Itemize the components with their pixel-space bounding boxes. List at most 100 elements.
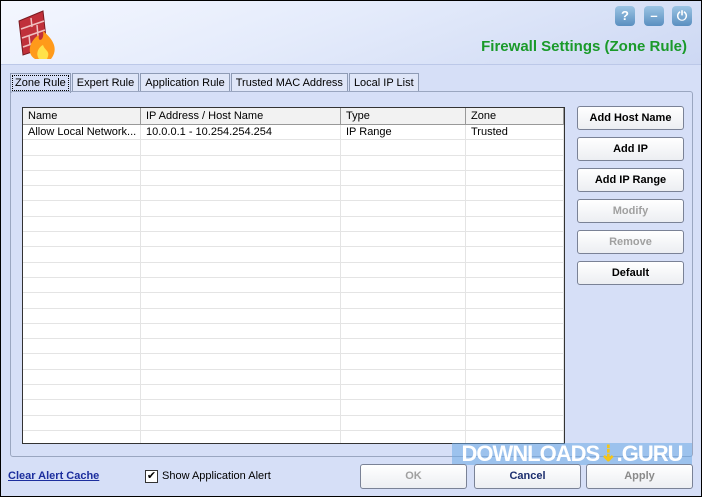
empty-cell — [23, 186, 141, 201]
firewall-logo-icon — [18, 10, 55, 59]
cell-ip: 10.0.0.1 - 10.254.254.254 — [141, 125, 341, 140]
empty-cell — [466, 216, 564, 232]
empty-row — [23, 308, 564, 324]
empty-cell — [23, 155, 141, 170]
empty-cell — [341, 247, 466, 262]
empty-cell — [341, 262, 466, 277]
table-row[interactable]: Allow Local Network... 10.0.0.1 - 10.254… — [23, 125, 564, 141]
watermark: DOWNLOADS⇣.GURU — [452, 443, 692, 465]
empty-row — [23, 140, 564, 156]
column-zone[interactable]: Zone — [466, 108, 564, 124]
tab-application-rule[interactable]: Application Rule — [140, 73, 230, 92]
empty-rows — [23, 140, 564, 443]
header: ? – ⏻ Firewall Settings (Zone Rule) — [1, 1, 701, 65]
tab-local-ip-list[interactable]: Local IP List — [348, 73, 419, 92]
empty-cell — [23, 369, 141, 385]
empty-row — [23, 277, 564, 294]
help-button[interactable]: ? — [615, 6, 635, 26]
add-ip-range-button[interactable]: Add IP Range — [577, 168, 684, 192]
empty-cell — [466, 308, 564, 323]
empty-cell — [466, 385, 564, 400]
show-application-alert-label: Show Application Alert — [162, 470, 271, 482]
empty-cell — [141, 430, 341, 443]
empty-row — [23, 216, 564, 233]
empty-cell — [23, 262, 141, 277]
remove-button[interactable]: Remove — [577, 230, 684, 254]
empty-row — [23, 262, 564, 278]
empty-cell — [466, 339, 564, 354]
empty-cell — [341, 430, 466, 443]
zone-rule-table[interactable]: Name IP Address / Host Name Type Zone Al… — [22, 107, 565, 444]
table-header: Name IP Address / Host Name Type Zone — [23, 108, 564, 125]
show-application-alert-checkbox[interactable]: ✔ — [145, 470, 158, 483]
empty-cell — [23, 293, 141, 308]
empty-cell — [341, 140, 466, 155]
power-button[interactable]: ⏻ — [672, 6, 692, 26]
default-button[interactable]: Default — [577, 261, 684, 285]
tab-zone-rule[interactable]: Zone Rule — [10, 73, 71, 93]
watermark-left: DOWNLOADS — [461, 441, 601, 466]
empty-cell — [23, 354, 141, 369]
empty-row — [23, 247, 564, 263]
download-arrow-icon: ⇣ — [599, 441, 617, 466]
empty-cell — [141, 155, 341, 170]
empty-cell — [141, 385, 341, 400]
column-type[interactable]: Type — [341, 108, 466, 124]
empty-cell — [341, 216, 466, 232]
add-ip-button[interactable]: Add IP — [577, 137, 684, 161]
add-host-name-button[interactable]: Add Host Name — [577, 106, 684, 130]
empty-row — [23, 170, 564, 187]
empty-cell — [341, 232, 466, 247]
empty-cell — [141, 277, 341, 293]
empty-row — [23, 354, 564, 370]
empty-cell — [466, 354, 564, 369]
clear-alert-cache-link[interactable]: Clear Alert Cache — [8, 470, 99, 482]
empty-cell — [341, 170, 466, 186]
modify-button[interactable]: Modify — [577, 199, 684, 223]
empty-cell — [23, 201, 141, 216]
empty-cell — [23, 277, 141, 293]
empty-cell — [466, 415, 564, 430]
empty-cell — [23, 140, 141, 155]
empty-row — [23, 369, 564, 386]
firewall-settings-window: ? – ⏻ Firewall Settings (Zone Rule) Zone… — [1, 1, 701, 496]
tab-trusted-mac-address[interactable]: Trusted MAC Address — [230, 73, 348, 92]
empty-cell — [466, 400, 564, 415]
empty-cell — [23, 400, 141, 415]
empty-cell — [341, 155, 466, 170]
empty-cell — [466, 232, 564, 247]
empty-cell — [141, 293, 341, 308]
empty-cell — [341, 201, 466, 216]
empty-cell — [341, 186, 466, 201]
empty-cell — [141, 354, 341, 369]
cancel-button[interactable]: Cancel — [474, 464, 581, 489]
apply-button[interactable]: Apply — [586, 464, 693, 489]
empty-cell — [466, 170, 564, 186]
empty-cell — [141, 186, 341, 201]
column-name[interactable]: Name — [23, 108, 141, 124]
empty-cell — [141, 369, 341, 385]
empty-cell — [141, 323, 341, 339]
minimize-button[interactable]: – — [644, 6, 664, 26]
tab-bar: Zone Rule Expert Rule Application Rule T… — [10, 73, 420, 93]
empty-cell — [466, 277, 564, 293]
empty-row — [23, 400, 564, 416]
tab-expert-rule[interactable]: Expert Rule — [71, 73, 140, 92]
cell-type: IP Range — [341, 125, 466, 140]
empty-cell — [141, 339, 341, 354]
empty-row — [23, 385, 564, 401]
empty-cell — [341, 385, 466, 400]
empty-cell — [466, 323, 564, 339]
empty-row — [23, 293, 564, 309]
empty-cell — [23, 216, 141, 232]
column-ip-address[interactable]: IP Address / Host Name — [141, 108, 341, 124]
ok-button[interactable]: OK — [360, 464, 467, 489]
empty-cell — [341, 354, 466, 369]
empty-cell — [141, 170, 341, 186]
empty-row — [23, 155, 564, 171]
empty-cell — [141, 400, 341, 415]
empty-cell — [23, 415, 141, 430]
page-title: Firewall Settings (Zone Rule) — [481, 38, 687, 55]
empty-cell — [466, 155, 564, 170]
empty-cell — [23, 339, 141, 354]
